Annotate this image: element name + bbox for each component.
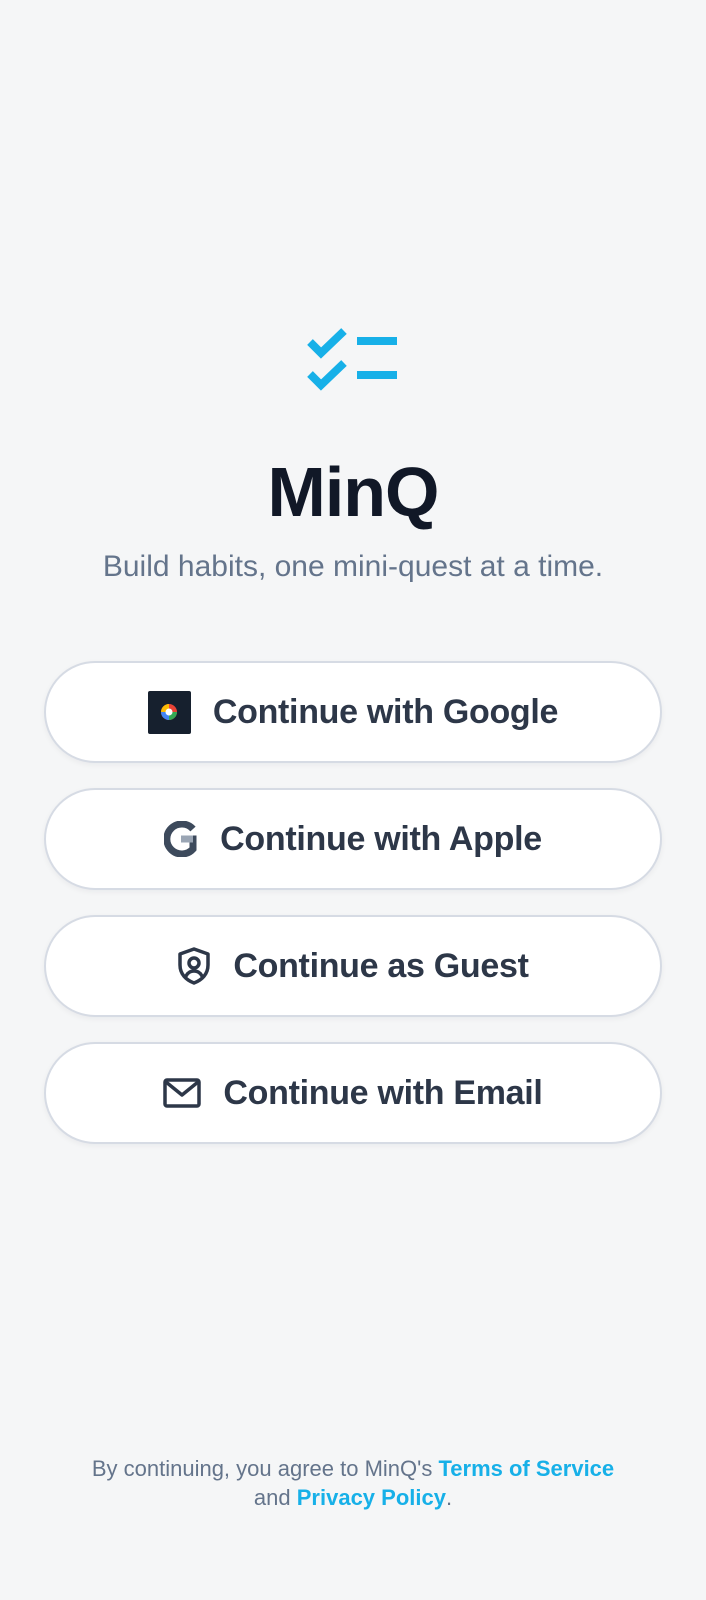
app-tagline: Build habits, one mini-quest at a time. [102,550,604,583]
legal-prefix: By continuing, you agree to MinQ's [91,1456,433,1481]
google-icon [147,690,191,734]
shield-user-icon [177,947,211,985]
apple-icon [164,821,198,857]
guest-button-label: Continue as Guest [233,946,529,985]
apple-button-label: Continue with Apple [220,819,542,858]
continue-as-guest-button[interactable]: Continue as Guest [44,915,662,1017]
mail-icon [163,1078,202,1108]
terms-of-service-link[interactable]: Terms of Service [438,1456,614,1481]
app-title: MinQ [267,453,440,531]
continue-with-apple-button[interactable]: Continue with Apple [44,788,662,890]
continue-with-email-button[interactable]: Continue with Email [44,1042,662,1144]
privacy-policy-link[interactable]: Privacy Policy [297,1485,446,1510]
legal-suffix: . [445,1485,453,1510]
continue-with-google-button[interactable]: Continue with Google [44,661,662,763]
legal-connector: and [253,1485,291,1510]
legal-notice: By continuing, you agree to MinQ's Terms… [0,1454,706,1512]
login-screen: MinQ Build habits, one mini-quest at a t… [0,0,706,1600]
email-button-label: Continue with Email [223,1073,543,1112]
google-button-label: Continue with Google [212,692,559,731]
checklist-icon [307,328,397,391]
